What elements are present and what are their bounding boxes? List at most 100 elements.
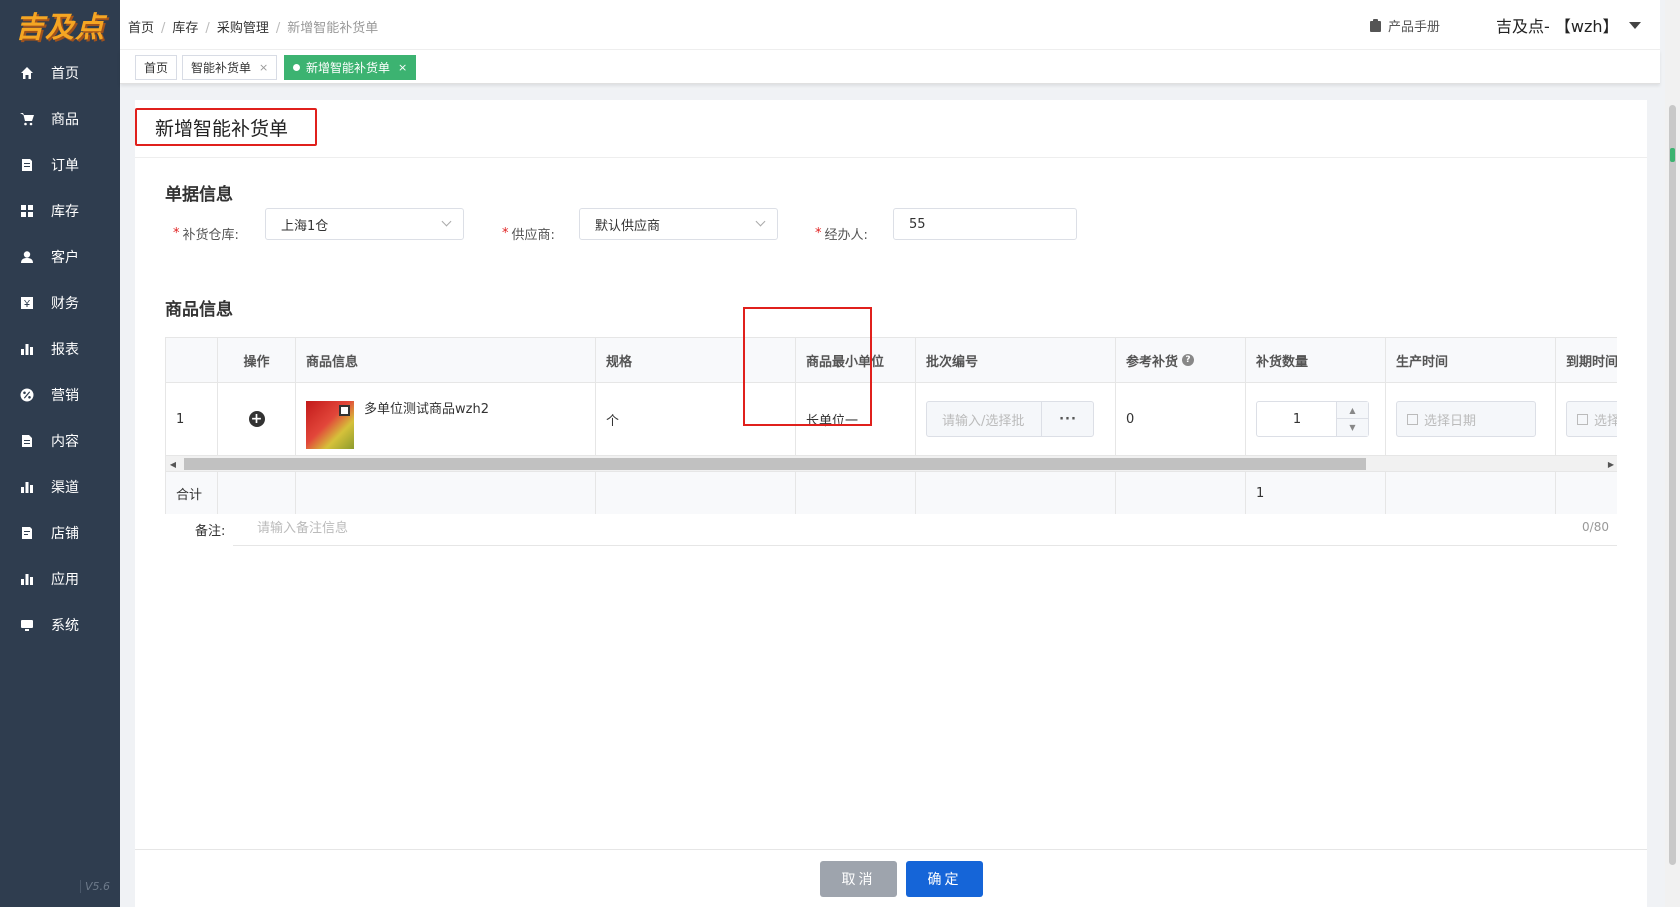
sidebar-item-10[interactable]: 店铺 <box>0 510 120 556</box>
logo-text: 吉及点 <box>14 10 105 44</box>
sidebar-menu: 首页商品订单库存客户财务报表营销内容 渠道店铺应用系统 <box>0 50 120 648</box>
header-spec: 规格 <box>596 338 796 383</box>
doc-info-section-title: 单据信息 <box>165 185 233 205</box>
warehouse-label-text: 补货仓库: <box>182 228 239 243</box>
confirm-button[interactable]: 确定 <box>906 861 983 897</box>
horizontal-scrollbar[interactable]: ◀ ▶ <box>166 456 1617 472</box>
expiry-date-picker[interactable]: 选择日期 <box>1566 401 1617 437</box>
batch-placeholder: 请输入/选择批 <box>942 413 1025 429</box>
production-date-picker[interactable]: 选择日期 <box>1396 401 1536 437</box>
supplier-value: 默认供应商 <box>595 218 661 234</box>
sidebar-item-1[interactable]: 商品 <box>0 96 120 142</box>
sidebar-item-label: 财务 <box>51 296 79 312</box>
scroll-right-icon[interactable]: ▶ <box>1604 456 1617 472</box>
monitor-icon <box>20 618 34 632</box>
sidebar-item-9[interactable]: 渠道 <box>0 464 120 510</box>
store-icon <box>20 526 34 540</box>
sidebar-item-label: 订单 <box>51 158 79 174</box>
sidebar-item-6[interactable]: 报表 <box>0 326 120 372</box>
breadcrumb-separator: / <box>161 21 166 36</box>
logo[interactable]: 吉及点 <box>0 0 120 50</box>
expiry-date-placeholder: 选择日期 <box>1594 413 1617 429</box>
sidebar-item-3[interactable]: 库存 <box>0 188 120 234</box>
remark-char-count: 0/80 <box>1582 520 1609 534</box>
sidebar-item-12[interactable]: 系统 <box>0 602 120 648</box>
version-label: V5.6 <box>80 880 110 893</box>
sidebar-item-label: 店铺 <box>51 526 79 542</box>
main-panel: 新增智能补货单 单据信息 * 补货仓库: 上海1仓 * 供应商: 默认供应商 * 经办… <box>135 100 1647 907</box>
sidebar-item-5[interactable]: 财务 <box>0 280 120 326</box>
breadcrumb-inventory[interactable]: 库存 <box>172 21 198 36</box>
sidebar-item-label: 库存 <box>51 204 79 220</box>
cancel-button[interactable]: 取消 <box>820 861 897 897</box>
tab-label: 智能补货单 <box>191 61 252 75</box>
product-name: 多单位测试商品wzh2 <box>364 402 489 417</box>
tab-smart-restock[interactable]: 智能补货单 × <box>182 55 278 80</box>
calendar-icon <box>1407 413 1418 425</box>
warehouse-select[interactable]: 上海1仓 <box>265 208 464 240</box>
row-spec: 个 <box>596 383 796 456</box>
tab-home[interactable]: 首页 <box>135 55 178 80</box>
sidebar-item-label: 应用 <box>51 572 79 588</box>
breadcrumb-purchase[interactable]: 采购管理 <box>217 21 269 36</box>
scroll-left-icon[interactable]: ◀ <box>166 456 180 472</box>
help-icon[interactable]: ? <box>1182 354 1195 366</box>
close-icon[interactable]: × <box>398 61 407 74</box>
page-scrollbar-thumb[interactable] <box>1669 105 1676 865</box>
sidebar-item-2[interactable]: 订单 <box>0 142 120 188</box>
breadcrumb-home[interactable]: 首页 <box>128 21 154 36</box>
handler-label-text: 经办人: <box>824 228 868 243</box>
handler-input[interactable]: 55 <box>893 208 1077 240</box>
sidebar-item-label: 商品 <box>51 112 79 128</box>
row-restock-qty: 1 ▲ ▼ <box>1246 383 1386 456</box>
page-scrollbar[interactable] <box>1665 0 1680 907</box>
row-production-date: 选择日期 <box>1386 383 1556 456</box>
caret-down-icon <box>1628 21 1641 29</box>
top-bar: 首页 / 库存 / 采购管理 / 新增智能补货单 产品手册 吉及点- 【wzh】 <box>120 0 1660 50</box>
sidebar-item-8[interactable]: 内容 <box>0 418 120 464</box>
add-circle-icon[interactable]: + <box>248 411 265 427</box>
header-ref-restock-label: 参考补货 <box>1126 354 1179 370</box>
stepper-up-icon[interactable]: ▲ <box>1337 402 1368 419</box>
bar-chart-icon <box>20 342 34 356</box>
row-ref-restock: 0 <box>1116 383 1246 456</box>
chevron-down-icon <box>755 216 766 227</box>
product-manual-link[interactable]: 产品手册 <box>1370 16 1440 35</box>
sidebar-item-label: 首页 <box>51 66 79 82</box>
page-title: 新增智能补货单 <box>135 108 317 146</box>
sidebar-item-7[interactable]: 营销 <box>0 372 120 418</box>
remark-input[interactable]: 请输入备注信息 0/80 <box>233 508 1617 546</box>
stepper-buttons: ▲ ▼ <box>1336 402 1368 436</box>
sidebar-item-0[interactable]: 首页 <box>0 50 120 96</box>
sidebar-item-11[interactable]: 应用 <box>0 556 120 602</box>
user-name: 吉及点- 【wzh】 <box>1496 17 1619 36</box>
sidebar-item-label: 报表 <box>51 342 79 358</box>
batch-more-button[interactable]: ··· <box>1041 401 1094 437</box>
tab-label: 新增智能补货单 <box>306 61 391 75</box>
breadcrumb-separator: / <box>275 21 281 36</box>
warehouse-value: 上海1仓 <box>281 218 329 234</box>
quantity-value[interactable]: 1 <box>1257 402 1337 436</box>
tab-new-smart-restock[interactable]: 新增智能补货单 × <box>284 55 417 80</box>
user-menu[interactable]: 吉及点- 【wzh】 <box>1496 13 1641 37</box>
sidebar-item-4[interactable]: 客户 <box>0 234 120 280</box>
stepper-down-icon[interactable]: ▼ <box>1337 419 1368 436</box>
goods-table: 操作 商品信息 规格 商品最小单位 批次编号 参考补货? 补货数量 生产时间 到… <box>165 337 1617 514</box>
action-footer: 取消 确定 <box>135 849 1647 907</box>
scrollbar-thumb[interactable] <box>184 458 1366 470</box>
sidebar: 吉及点 首页商品订单库存客户财务报表营销内容 渠道店铺应用系统 V5.6 <box>0 0 120 907</box>
row-product-info: 多单位测试商品wzh2 <box>296 383 596 456</box>
required-mark: * <box>502 226 509 241</box>
sidebar-item-label: 营销 <box>51 388 79 404</box>
header-ref-restock: 参考补货? <box>1116 338 1246 383</box>
breadcrumb: 首页 / 库存 / 采购管理 / 新增智能补货单 <box>128 17 378 36</box>
sidebar-item-label: 系统 <box>51 618 79 634</box>
quantity-stepper[interactable]: 1 ▲ ▼ <box>1256 401 1369 437</box>
cart-icon <box>20 112 34 126</box>
warehouse-label: * 补货仓库: <box>173 224 239 243</box>
close-icon[interactable]: × <box>259 61 268 74</box>
header-production-date: 生产时间 <box>1386 338 1556 383</box>
supplier-select[interactable]: 默认供应商 <box>579 208 778 240</box>
required-mark: * <box>815 226 822 241</box>
finance-icon <box>20 296 34 310</box>
